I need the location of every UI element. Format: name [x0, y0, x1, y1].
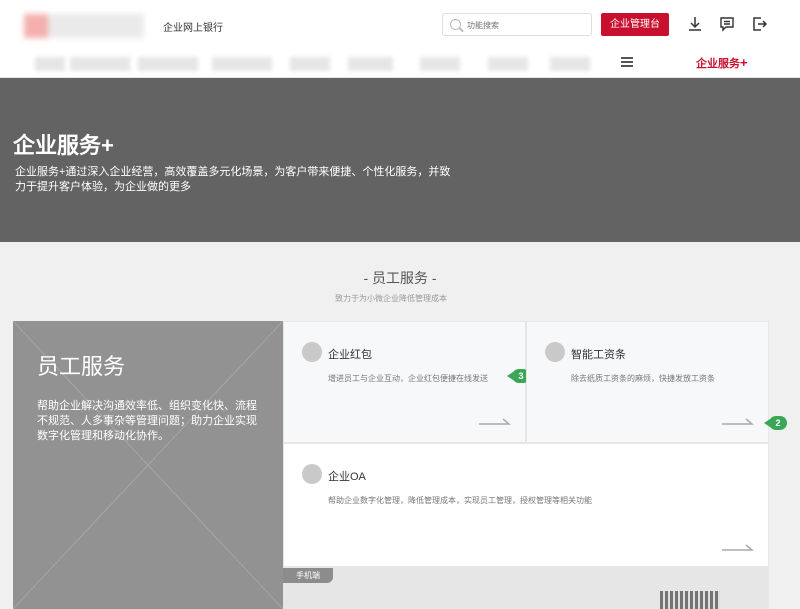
main-nav: 企业服务+: [0, 48, 800, 78]
nav-item-blurred[interactable]: [35, 57, 65, 71]
employee-service-feature-card: 员工服务 帮助企业解决沟通效率低、组织变化快、流程不规范、人多事杂等管理问题；助…: [13, 321, 283, 609]
service-card-red-packet[interactable]: 企业红包 增进员工与企业互动，企业红包便捷在线发送: [283, 321, 526, 443]
service-description: 帮助企业数字化管理，降低管理成本，实现员工管理，授权管理等相关功能: [328, 496, 592, 505]
download-icon[interactable]: [686, 15, 704, 33]
service-name: 智能工资条: [571, 349, 626, 361]
feature-title: 员工服务: [37, 354, 126, 379]
nav-item-blurred[interactable]: [420, 57, 460, 71]
top-header: 企业网上银行 企业管理台: [0, 0, 800, 48]
arrow-right-icon[interactable]: [722, 418, 754, 426]
service-description: 除去纸质工资条的麻烦，快捷发放工资条: [571, 374, 715, 383]
search-box[interactable]: [442, 13, 592, 36]
nav-item-blurred[interactable]: [212, 57, 272, 71]
annotation-badge: 2: [764, 416, 787, 430]
mobile-tag: 手机端: [283, 568, 333, 583]
bank-logo[interactable]: [24, 14, 144, 38]
logout-icon[interactable]: [750, 15, 768, 33]
section-title: - 员工服务 -: [363, 270, 437, 286]
nav-item-enterprise-service[interactable]: 企业服务+: [696, 55, 748, 71]
service-card-enterprise-oa[interactable]: 企业OA 帮助企业数字化管理，降低管理成本，实现员工管理，授权管理等相关功能: [283, 443, 769, 567]
menu-icon[interactable]: [621, 57, 633, 67]
service-icon: [302, 464, 322, 484]
banner-title: 企业服务+: [13, 133, 114, 158]
service-card-smart-payslip[interactable]: 智能工资条 除去纸质工资条的麻烦，快捷发放工资条: [526, 321, 769, 443]
feature-description: 帮助企业解决沟通效率低、组织变化快、流程不规范、人多事杂等管理问题；助力企业实现…: [37, 400, 257, 442]
nav-item-blurred[interactable]: [550, 57, 590, 71]
nav-item-blurred[interactable]: [138, 57, 198, 71]
search-icon: [450, 19, 461, 30]
hero-banner: 企业服务+ 企业服务+通过深入企业经营，高效覆盖多元化场景，为客户带来便捷、个性…: [0, 78, 800, 242]
nav-item-blurred[interactable]: [488, 57, 528, 71]
service-description: 增进员工与企业互动，企业红包便捷在线发送: [328, 374, 488, 383]
admin-console-button[interactable]: 企业管理台: [601, 13, 669, 36]
banner-description: 企业服务+通过深入企业经营，高效覆盖多元化场景，为客户带来便捷、个性化服务，并致…: [15, 166, 451, 193]
service-icon: [545, 342, 565, 362]
service-name: 企业OA: [328, 471, 366, 483]
bank-name: 企业网上银行: [163, 23, 223, 34]
arrow-right-icon[interactable]: [722, 544, 754, 552]
qr-code-icon: [660, 591, 720, 609]
arrow-right-icon[interactable]: [479, 418, 511, 426]
nav-item-blurred[interactable]: [290, 57, 330, 71]
nav-item-blurred[interactable]: [348, 57, 393, 71]
message-icon[interactable]: [718, 15, 736, 33]
nav-item-blurred[interactable]: [70, 57, 130, 71]
service-name: 企业红包: [328, 349, 372, 361]
search-input[interactable]: [467, 17, 587, 33]
service-icon: [302, 342, 322, 362]
section-subtitle: 致力于为小微企业降低管理成本: [335, 294, 447, 303]
